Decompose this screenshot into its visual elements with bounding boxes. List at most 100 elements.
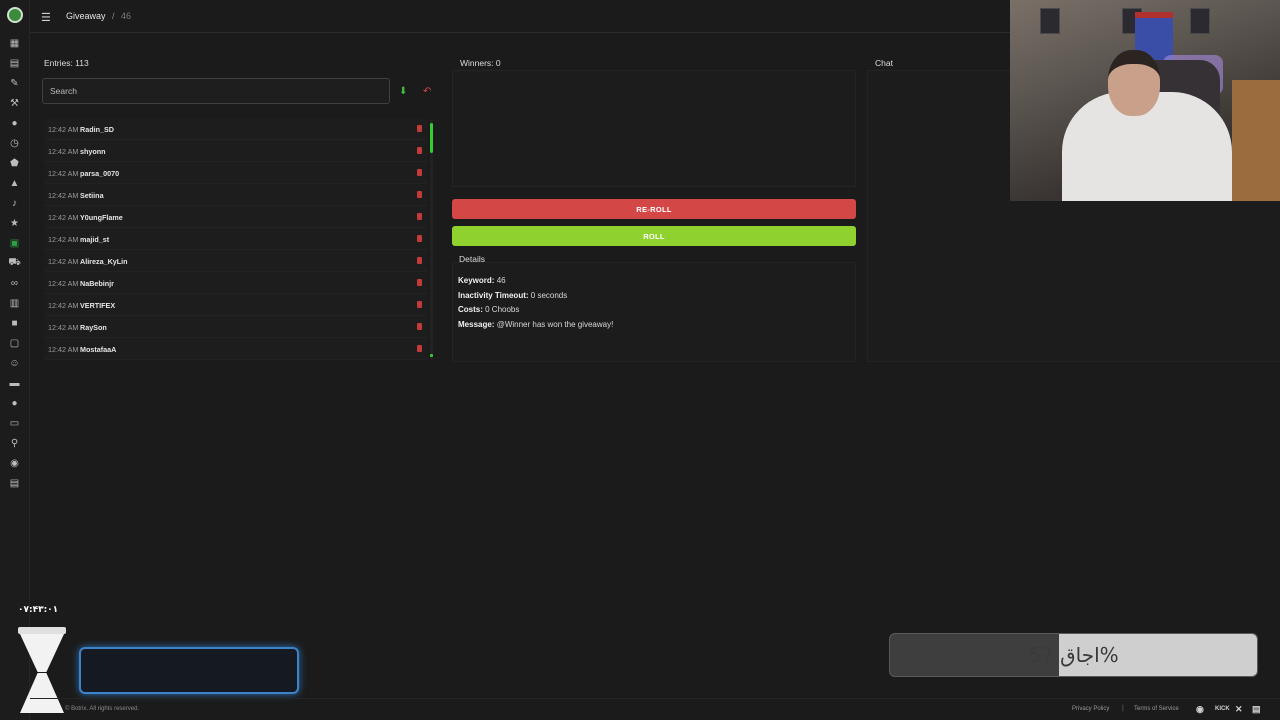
webcam-poster: [1190, 8, 1210, 34]
pen-icon[interactable]: ✎: [9, 78, 20, 89]
delete-entry-icon[interactable]: [417, 213, 422, 220]
hourglass-cap: [18, 627, 66, 634]
webcam-cabinet: [1232, 80, 1280, 201]
delete-entry-icon[interactable]: [417, 279, 422, 286]
entries-scrollbar[interactable]: [430, 120, 433, 360]
keyword-value: 46: [496, 276, 506, 285]
entry-username: Setiina: [80, 191, 104, 200]
delete-entry-icon[interactable]: [417, 169, 422, 176]
document-icon[interactable]: ▤: [9, 58, 20, 69]
delete-entry-icon[interactable]: [417, 191, 422, 198]
delete-entry-icon[interactable]: [417, 345, 422, 352]
overlay-progress-bar: اجاق 57%: [889, 633, 1258, 677]
entries-title: Entries: 113: [44, 58, 89, 68]
roll-button[interactable]: ROLL: [452, 226, 856, 246]
entry-username: VERTIFEX: [80, 301, 116, 310]
entry-row[interactable]: 12:42 AM shyonn: [44, 140, 428, 162]
entry-time: 12:42 AM: [48, 279, 79, 288]
entry-time: 12:42 AM: [48, 213, 79, 222]
music-icon[interactable]: ♪: [9, 198, 20, 209]
entry-username: shyonn: [80, 147, 106, 156]
download-icon[interactable]: ⬇: [399, 86, 407, 97]
delete-entry-icon[interactable]: [417, 323, 422, 330]
clock-icon[interactable]: ◷: [9, 138, 20, 149]
hourglass-top: [20, 634, 64, 672]
winners-box: [452, 70, 856, 187]
reroll-button[interactable]: RE-ROLL: [452, 199, 856, 219]
entry-row[interactable]: 12:42 AM VERTIFEX: [44, 294, 428, 316]
app-logo[interactable]: [7, 7, 23, 23]
star-icon[interactable]: ★: [9, 218, 20, 229]
wallet-icon[interactable]: ▤: [9, 478, 20, 489]
message-value: @Winner has won the giveaway!: [496, 320, 614, 329]
cart-icon[interactable]: ⛟: [8, 257, 21, 269]
tools-icon[interactable]: ⚒: [9, 98, 20, 109]
entry-time: 12:42 AM: [48, 323, 79, 332]
webcam-poster: [1040, 8, 1060, 34]
delete-entry-icon[interactable]: [417, 147, 422, 154]
entry-time: 12:42 AM: [48, 169, 79, 178]
footer-separator: |: [1122, 705, 1124, 712]
reset-icon[interactable]: ↶: [423, 86, 431, 97]
progress-text: اجاق 57%: [1028, 643, 1119, 667]
emoji-icon[interactable]: ☺: [9, 358, 20, 369]
monitor-icon[interactable]: ▭: [9, 418, 20, 429]
delete-entry-icon[interactable]: [417, 125, 422, 132]
entry-row[interactable]: 12:42 AM Alireza_KyLin: [44, 250, 428, 272]
entry-row[interactable]: 12:42 AM RaySon: [44, 316, 428, 338]
entry-time: 12:42 AM: [48, 191, 79, 200]
docs-icon[interactable]: ▤: [1252, 704, 1261, 715]
message-icon[interactable]: ●: [9, 398, 20, 409]
entry-username: Y0ungFlame: [80, 213, 123, 222]
entry-row[interactable]: 12:42 AM Setiina: [44, 184, 428, 206]
hamburger-menu-icon[interactable]: ☰: [41, 11, 51, 24]
timeout-label: Inactivity Timeout:: [458, 291, 529, 300]
entry-username: parsa_0070: [80, 169, 120, 178]
chat-icon[interactable]: ●: [9, 118, 20, 129]
details-title: Details: [459, 254, 485, 264]
chart-icon[interactable]: ▥: [9, 298, 20, 309]
breadcrumb-page[interactable]: Giveaway: [66, 11, 106, 21]
kick-link[interactable]: KICK: [1215, 706, 1230, 712]
entry-row[interactable]: 12:42 AM Y0ungFlame: [44, 206, 428, 228]
entries-list: 12:42 AM Radin_SD 12:42 AM shyonn 12:42 AM pa…: [44, 118, 428, 360]
discord-icon[interactable]: ◉: [9, 458, 20, 469]
entry-username: MostafaaA: [80, 345, 117, 354]
shield-icon[interactable]: ⬟: [9, 158, 20, 169]
entry-time: 12:42 AM: [48, 345, 79, 354]
costs-label: Costs:: [458, 305, 483, 314]
terms-link[interactable]: Terms of Service: [1134, 706, 1179, 712]
entry-time: 12:42 AM: [48, 147, 79, 156]
costs-value: 0 Choobs: [485, 305, 520, 314]
search-input[interactable]: [42, 78, 390, 104]
entry-row[interactable]: 12:42 AM Radin_SD: [44, 118, 428, 140]
entry-row[interactable]: 12:42 AM majid_st: [44, 228, 428, 250]
detail-keyword: Keyword: 46: [458, 276, 506, 285]
chat-title: Chat: [875, 58, 893, 68]
delete-entry-icon[interactable]: [417, 235, 422, 242]
entry-row[interactable]: 12:42 AM NaBebinjr: [44, 272, 428, 294]
clapper-icon[interactable]: ▬: [9, 378, 20, 389]
dashboard-icon[interactable]: ▦: [9, 38, 20, 49]
warning-icon[interactable]: ▲: [9, 178, 20, 189]
entry-username: NaBebinjr: [80, 279, 114, 288]
discord-icon[interactable]: ◉: [1196, 704, 1204, 715]
link-icon[interactable]: ∞: [9, 278, 20, 289]
search-icon[interactable]: ⚲: [9, 438, 20, 449]
scrollbar-thumb[interactable]: [430, 123, 433, 153]
entry-row[interactable]: 12:42 AM MostafaaA: [44, 338, 428, 360]
file-icon[interactable]: ▢: [9, 338, 20, 349]
scrollbar-end-marker: [430, 354, 433, 357]
footer: © Botrix. All rights reserved. Privacy P…: [30, 698, 1280, 720]
message-label: Message:: [458, 320, 495, 329]
entry-username: majid_st: [80, 235, 110, 244]
entry-row[interactable]: 12:42 AM parsa_0070: [44, 162, 428, 184]
keyword-label: Keyword:: [458, 276, 495, 285]
entry-time: 12:42 AM: [48, 235, 79, 244]
gift-icon[interactable]: ▣: [9, 238, 20, 249]
privacy-link[interactable]: Privacy Policy: [1072, 706, 1109, 712]
delete-entry-icon[interactable]: [417, 301, 422, 308]
delete-entry-icon[interactable]: [417, 257, 422, 264]
video-icon[interactable]: ■: [9, 318, 20, 329]
x-icon[interactable]: ✕: [1235, 704, 1243, 715]
